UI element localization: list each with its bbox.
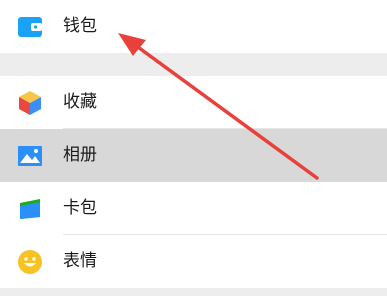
section-gap [0, 288, 387, 296]
menu-item-favorites[interactable]: 收藏 [0, 76, 387, 129]
menu-item-label: 相册 [63, 145, 97, 165]
card-icon [16, 195, 44, 223]
menu-item-label: 卡包 [63, 198, 97, 218]
menu-item-cards[interactable]: 卡包 [0, 182, 387, 235]
menu-item-label: 钱包 [63, 16, 97, 36]
menu-item-label: 表情 [63, 251, 97, 271]
image-icon [16, 142, 44, 170]
menu-item-wallet[interactable]: 钱包 [0, 0, 387, 53]
menu-item-album[interactable]: 相册 [0, 129, 387, 182]
smiley-icon [16, 248, 44, 276]
wallet-icon [16, 13, 44, 41]
me-menu-screen: 钱包 收藏 相册 卡包 表情 [0, 0, 387, 296]
cube-icon [16, 89, 44, 117]
menu-item-label: 收藏 [63, 92, 97, 112]
menu-item-sticker[interactable]: 表情 [0, 235, 387, 288]
